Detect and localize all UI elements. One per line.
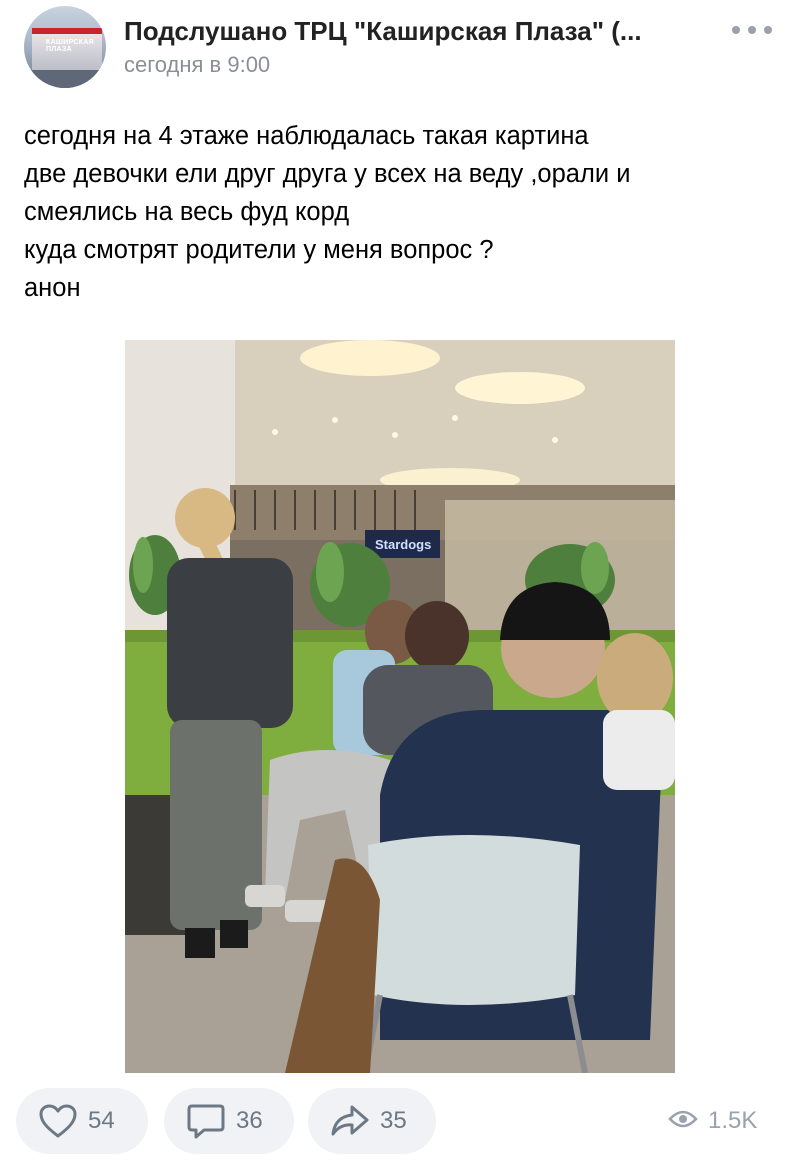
more-dots-icon[interactable]	[732, 18, 772, 42]
avatar-sign: КАШИРСКАЯ ПЛАЗА	[46, 39, 95, 53]
group-avatar[interactable]: КАШИРСКАЯ ПЛАЗА	[24, 6, 106, 88]
post-photo[interactable]: Stardogs	[125, 340, 675, 1073]
post-header: КАШИРСКАЯ ПЛАЗА Подслушано ТРЦ "Каширска…	[0, 0, 800, 90]
heart-icon	[38, 1101, 78, 1141]
post-card: КАШИРСКАЯ ПЛАЗА Подслушано ТРЦ "Каширска…	[0, 0, 800, 1171]
post-time: сегодня в 9:00	[124, 52, 271, 77]
views-count: 1.5K	[708, 1107, 758, 1134]
like-count: 54	[88, 1107, 115, 1134]
dot	[764, 26, 772, 34]
post-text-line: смеялись на весь фуд корд	[24, 198, 350, 226]
post-text-line: анон	[24, 274, 81, 302]
share-count: 35	[380, 1107, 407, 1134]
like-button[interactable]: 54	[16, 1088, 148, 1154]
views-counter: 1.5K	[668, 1106, 757, 1136]
comment-count: 36	[236, 1107, 263, 1134]
share-button[interactable]: 35	[308, 1088, 436, 1154]
svg-text:Stardogs: Stardogs	[375, 537, 431, 552]
comment-button[interactable]: 36	[164, 1088, 294, 1154]
post-text-line: куда смотрят родители у меня вопрос ?	[24, 236, 494, 264]
avatar-ground	[24, 70, 106, 88]
eye-icon	[668, 1108, 698, 1135]
dot	[732, 26, 740, 34]
post-actions: 54 36 35 1.5K	[0, 1088, 800, 1158]
share-icon	[330, 1101, 370, 1141]
post-text-line: две девочки ели друг друга у всех на вед…	[24, 160, 631, 188]
group-name[interactable]: Подслушано ТРЦ "Каширская Плаза" (...	[124, 16, 704, 47]
post-text: сегодня на 4 этаже наблюдалась такая кар…	[24, 117, 784, 307]
post-text-line: сегодня на 4 этаже наблюдалась такая кар…	[24, 122, 589, 150]
comment-icon	[186, 1101, 226, 1141]
dot	[748, 26, 756, 34]
